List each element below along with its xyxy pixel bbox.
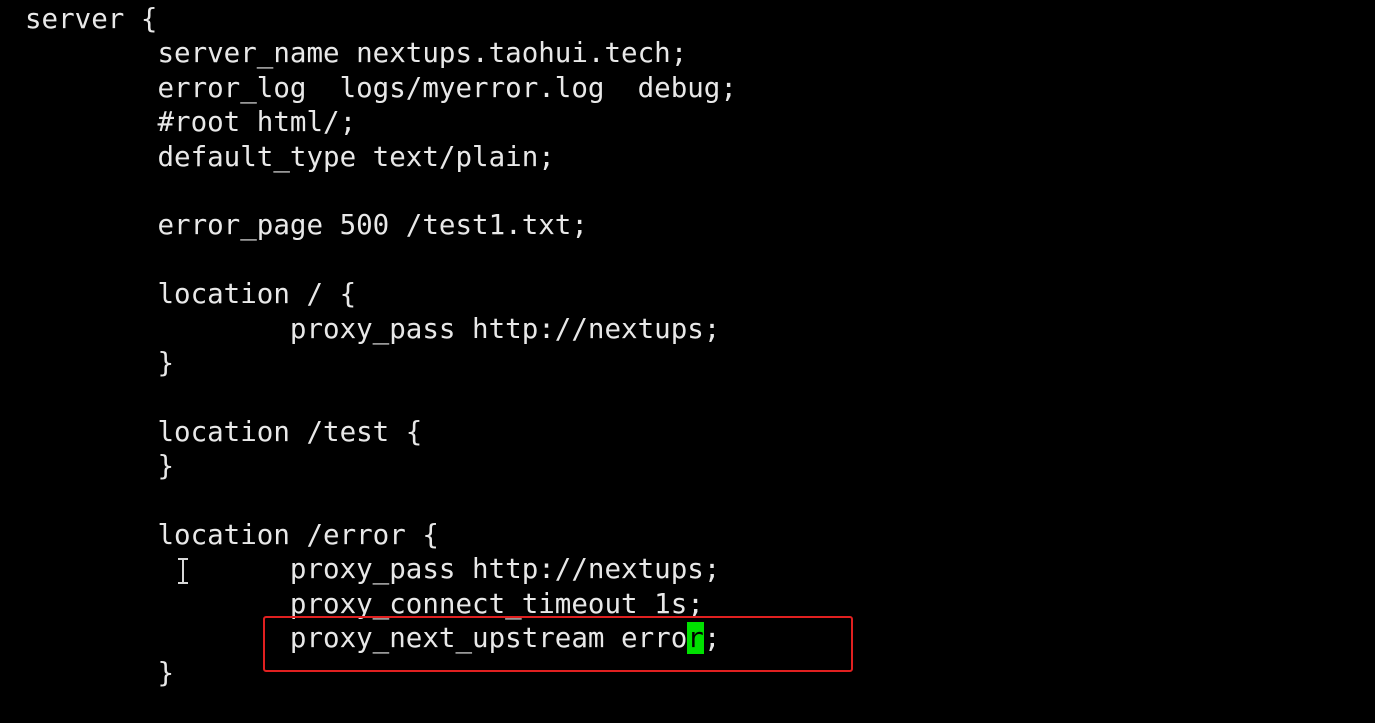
code-line: location /error {: [25, 519, 439, 551]
i-beam-cursor-icon: [178, 558, 188, 584]
annotation-highlight-box: [263, 616, 853, 672]
code-line: error_log logs/myerror.log debug;: [25, 71, 737, 104]
code-line: location / {: [25, 278, 357, 311]
terminal-window[interactable]: server { server_name nextups.taohui.tech…: [0, 0, 1375, 707]
code-line: default_type text/plain;: [25, 140, 555, 173]
code-line: #root html/;: [25, 106, 357, 139]
code-line: error_page 500 /test1.txt;: [25, 209, 588, 242]
code-line: server_name nextups.taohui.tech;: [25, 37, 688, 70]
code-line: proxy_pass http://nextups;: [25, 312, 721, 345]
code-line: }: [25, 347, 175, 379]
code-line: }: [25, 450, 175, 483]
code-line: location /test {: [25, 415, 423, 448]
code-line: proxy_pass http://nextups;: [25, 553, 721, 586]
code-line: }: [25, 656, 175, 689]
code-line: server {: [25, 3, 158, 35]
